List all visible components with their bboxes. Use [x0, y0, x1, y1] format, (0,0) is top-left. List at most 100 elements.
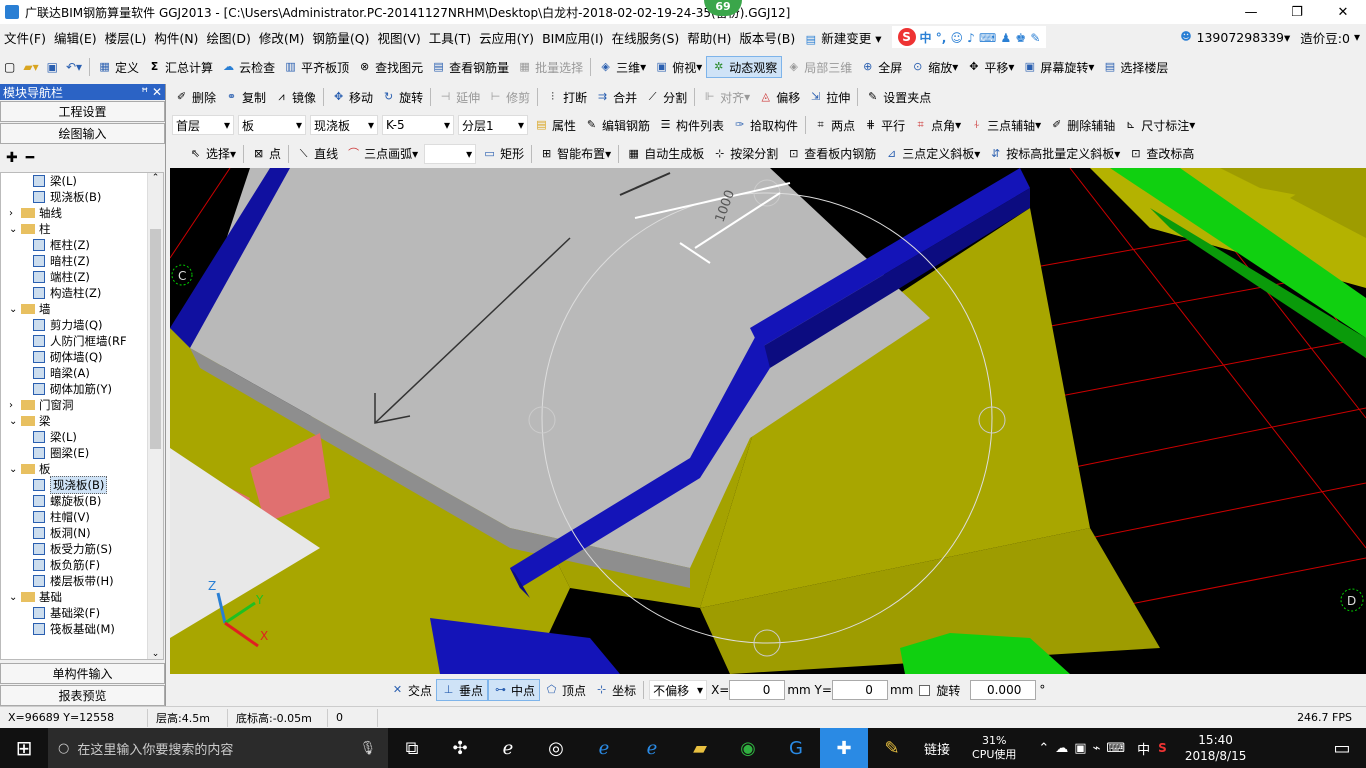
check-elevation-button[interactable]: ⊡ 查改标高	[1124, 143, 1198, 165]
collapse-all-icon[interactable]: ━	[26, 150, 34, 166]
tree-node[interactable]: 砌体墙(Q)	[1, 349, 163, 365]
menu-file[interactable]: 文件(F)	[0, 28, 50, 47]
rotate-input[interactable]: 0.000	[970, 680, 1037, 700]
tree-node[interactable]: 框柱(Z)	[1, 237, 163, 253]
taskbar-search[interactable]: ○ 在这里输入你要搜索的内容 🎙	[48, 728, 388, 768]
ie-icon[interactable]: ℯ	[484, 728, 532, 768]
parallel-button[interactable]: ⋕ 平行	[859, 114, 909, 136]
notes-app-icon[interactable]: ✎	[868, 728, 916, 768]
snap-vertex[interactable]: ⬠ 顶点	[540, 679, 590, 701]
batch-slope-button[interactable]: ⇵ 按标高批量定义斜板 ▾	[984, 143, 1124, 165]
tree-node[interactable]: 暗柱(Z)	[1, 253, 163, 269]
save-icon[interactable]: ▣	[43, 56, 62, 78]
tree-node[interactable]: 砌体加筋(Y)	[1, 381, 163, 397]
edit-rebar-button[interactable]: ✎ 编辑钢筋	[580, 114, 654, 136]
tree-node[interactable]: 暗梁(A)	[1, 365, 163, 381]
tree-node[interactable]: 板负筋(F)	[1, 557, 163, 573]
tree-node[interactable]: 现浇板(B)	[1, 476, 163, 494]
snap-midpoint[interactable]: ⊶ 中点	[488, 679, 541, 701]
define-button[interactable]: ▦ 定义	[93, 56, 143, 78]
file-explorer-icon[interactable]: ▰	[676, 728, 724, 768]
expander-icon[interactable]: ⌄	[9, 224, 21, 235]
line-button[interactable]: ⟍ 直线	[292, 143, 342, 165]
smart-layout-button[interactable]: ⊞ 智能布置 ▾	[535, 143, 615, 165]
edge-icon[interactable]: ℯ	[580, 728, 628, 768]
menu-rebar[interactable]: 钢筋量(Q)	[308, 28, 373, 47]
menu-version[interactable]: 版本号(B)	[735, 28, 799, 47]
fullscreen-button[interactable]: ⊕ 全屏	[856, 56, 906, 78]
three-point-axis-button[interactable]: ⍭ 三点辅轴 ▾	[965, 114, 1045, 136]
select-floor-button[interactable]: ▤ 选择楼层	[1098, 56, 1172, 78]
tree-node[interactable]: 基础梁(F)	[1, 605, 163, 621]
component-list-button[interactable]: ☰ 构件列表	[654, 114, 728, 136]
ggj-app-icon[interactable]: ✚	[820, 728, 868, 768]
screen-rotate-button[interactable]: ▣ 屏幕旋转 ▾	[1018, 56, 1098, 78]
y-input[interactable]: 0	[831, 680, 888, 700]
point-button[interactable]: ⊠ 点	[247, 143, 285, 165]
drawing-input-button[interactable]: 绘图输入	[0, 123, 165, 144]
menu-bim[interactable]: BIM应用(I)	[538, 28, 608, 47]
tree-node[interactable]: ⌄ 基础	[1, 589, 163, 605]
menu-modify[interactable]: 修改(M)	[255, 28, 309, 47]
zoom-button[interactable]: ⊙ 缩放 ▾	[906, 56, 962, 78]
tree-node[interactable]: ⌄ 板	[1, 461, 163, 477]
price-beans[interactable]: 造价豆:0	[1300, 28, 1350, 47]
three-point-slope-button[interactable]: ⊿ 三点定义斜板 ▾	[880, 143, 984, 165]
tree-node[interactable]: 楼层板带(H)	[1, 573, 163, 589]
view-rebar-qty-button[interactable]: ▤ 查看钢筋量	[427, 56, 513, 78]
price-dropdown-icon[interactable]: ▾	[1354, 30, 1360, 44]
tree-node[interactable]: 梁(L)	[1, 173, 163, 189]
3d-view-button[interactable]: ◈ 三维 ▾	[594, 56, 650, 78]
menu-cloud[interactable]: 云应用(Y)	[475, 28, 538, 47]
pinwheel-app-icon[interactable]: ✣	[436, 728, 484, 768]
offset-select[interactable]: 不偏移 ▾	[649, 680, 708, 700]
tree-node[interactable]: 柱帽(V)	[1, 509, 163, 525]
tree-node[interactable]: 剪力墙(Q)	[1, 317, 163, 333]
trim-button[interactable]: ⊢ 修剪	[484, 86, 534, 108]
3d-viewport[interactable]: 1000 C D Z Y X	[170, 168, 1366, 674]
local-3d-button[interactable]: ◈ 局部三维	[782, 56, 856, 78]
expander-icon[interactable]: ⌄	[9, 592, 21, 603]
tree-node[interactable]: 梁(L)	[1, 429, 163, 445]
merge-button[interactable]: ⇉ 合并	[591, 86, 641, 108]
open-folder-icon[interactable]: ▰▾	[19, 56, 42, 78]
maximize-button[interactable]: ❐	[1274, 0, 1320, 24]
pan-button[interactable]: ✥ 平移 ▾	[962, 56, 1018, 78]
links-toolbar[interactable]: 链接	[924, 739, 950, 758]
sogou-tray-icon[interactable]: S	[1158, 741, 1167, 755]
tree-node[interactable]: › 轴线	[1, 205, 163, 221]
menu-tools[interactable]: 工具(T)	[425, 28, 475, 47]
browser-icon[interactable]: ◎	[532, 728, 580, 768]
menu-help[interactable]: 帮助(H)	[683, 28, 735, 47]
split-by-beam-button[interactable]: ⊹ 按梁分割	[708, 143, 782, 165]
summary-calc-button[interactable]: Σ 汇总计算	[143, 56, 217, 78]
find-element-button[interactable]: ⊗ 查找图元	[353, 56, 427, 78]
snap-intersection[interactable]: ✕ 交点	[386, 679, 436, 701]
3d-scene[interactable]: 1000 C D Z Y X	[170, 168, 1366, 674]
tree-node[interactable]: › 门窗洞	[1, 397, 163, 413]
component-name-select[interactable]: K-5 ▾	[382, 115, 454, 135]
tray-icons[interactable]: ⌃☁▣⌁⌨	[1038, 741, 1131, 756]
windows-start-icon[interactable]: ⊞	[0, 728, 48, 768]
extend-button[interactable]: ⊣ 延伸	[434, 86, 484, 108]
align-button[interactable]: ⊩ 对齐 ▾	[698, 86, 754, 108]
green-app-icon[interactable]: ◉	[724, 728, 772, 768]
set-grip-button[interactable]: ✎ 设置夹点	[861, 86, 935, 108]
x-input[interactable]: 0	[729, 680, 786, 700]
user-phone[interactable]: ☻ 13907298339 ▾	[1179, 30, 1290, 45]
tree-node[interactable]: 板洞(N)	[1, 525, 163, 541]
top-view-button[interactable]: ▣ 俯视 ▾	[650, 56, 706, 78]
close-button[interactable]: ✕	[1320, 0, 1366, 24]
delete-axis-button[interactable]: ✐ 删除辅轴	[1045, 114, 1119, 136]
tree-node[interactable]: 现浇板(B)	[1, 189, 163, 205]
undo-icon[interactable]: ↶▾	[62, 56, 86, 78]
snap-coordinate[interactable]: ⊹ 坐标	[590, 679, 640, 701]
tree-node[interactable]: 人防门框墙(RF	[1, 333, 163, 349]
orbit-button[interactable]: ✲ 动态观察	[706, 56, 783, 78]
batch-select-button[interactable]: ▦ 批量选择	[513, 56, 587, 78]
split-button[interactable]: ⟋ 分割	[641, 86, 691, 108]
ie-blue-icon[interactable]: ℯ	[628, 728, 676, 768]
snap-perpendicular[interactable]: ⊥ 垂点	[436, 679, 489, 701]
arc-button[interactable]: ⌒ 三点画弧 ▾	[342, 143, 422, 165]
rectangle-button[interactable]: ▭ 矩形	[478, 143, 528, 165]
